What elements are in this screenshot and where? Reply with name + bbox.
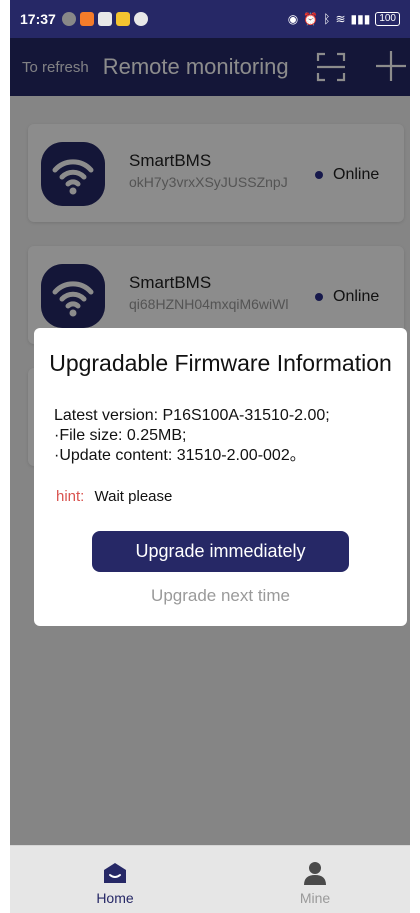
notification-icon: [115, 12, 130, 26]
bottom-navigation: Home Mine: [10, 845, 410, 913]
firmware-info: Latest version: P16S100A-31510-2.00; ·Fi…: [54, 406, 330, 466]
notification-icon: [79, 12, 94, 26]
nav-home-label: Home: [96, 890, 134, 906]
update-content: ·Update content: 31510-2.00-002。: [54, 447, 306, 464]
hint-row: hint: Wait please: [56, 488, 172, 505]
alarm-icon: ⏰: [303, 12, 319, 26]
notification-icons: [61, 12, 148, 26]
eye-icon: ◉: [287, 12, 299, 26]
file-size: ·File size: 0.25MB;: [54, 427, 187, 444]
nav-mine-label: Mine: [299, 890, 331, 906]
battery-icon: 100: [375, 12, 400, 26]
system-icons: ◉ ⏰ ᛒ ≋ ▮▮▮ 100: [288, 12, 400, 26]
latest-version: Latest version: P16S100A-31510-2.00;: [54, 407, 330, 424]
hint-text: Wait please: [94, 488, 173, 505]
wifi-icon: ≋: [335, 12, 346, 26]
dialog-title: Upgradable Firmware Information: [49, 350, 392, 376]
user-icon: [304, 862, 326, 885]
notification-icon: [97, 12, 112, 26]
hint-label: hint:: [56, 488, 85, 505]
upgrade-later-button[interactable]: Upgrade next time: [92, 586, 349, 616]
upgrade-now-button[interactable]: Upgrade immediately: [92, 531, 349, 572]
nav-home[interactable]: Home: [70, 846, 160, 913]
status-bar: 17:37 ◉ ⏰ ᛒ ≋ ▮▮▮ 100: [10, 0, 410, 38]
signal-icon: ▮▮▮: [350, 12, 371, 26]
status-time: 17:37: [20, 11, 56, 27]
notification-icon: [61, 12, 76, 26]
firmware-dialog: Upgradable Firmware Information Latest v…: [34, 328, 407, 626]
chat-icon: [133, 12, 148, 26]
bluetooth-icon: ᛒ: [323, 12, 331, 26]
home-icon: [104, 863, 126, 883]
nav-mine[interactable]: Mine: [270, 846, 360, 913]
